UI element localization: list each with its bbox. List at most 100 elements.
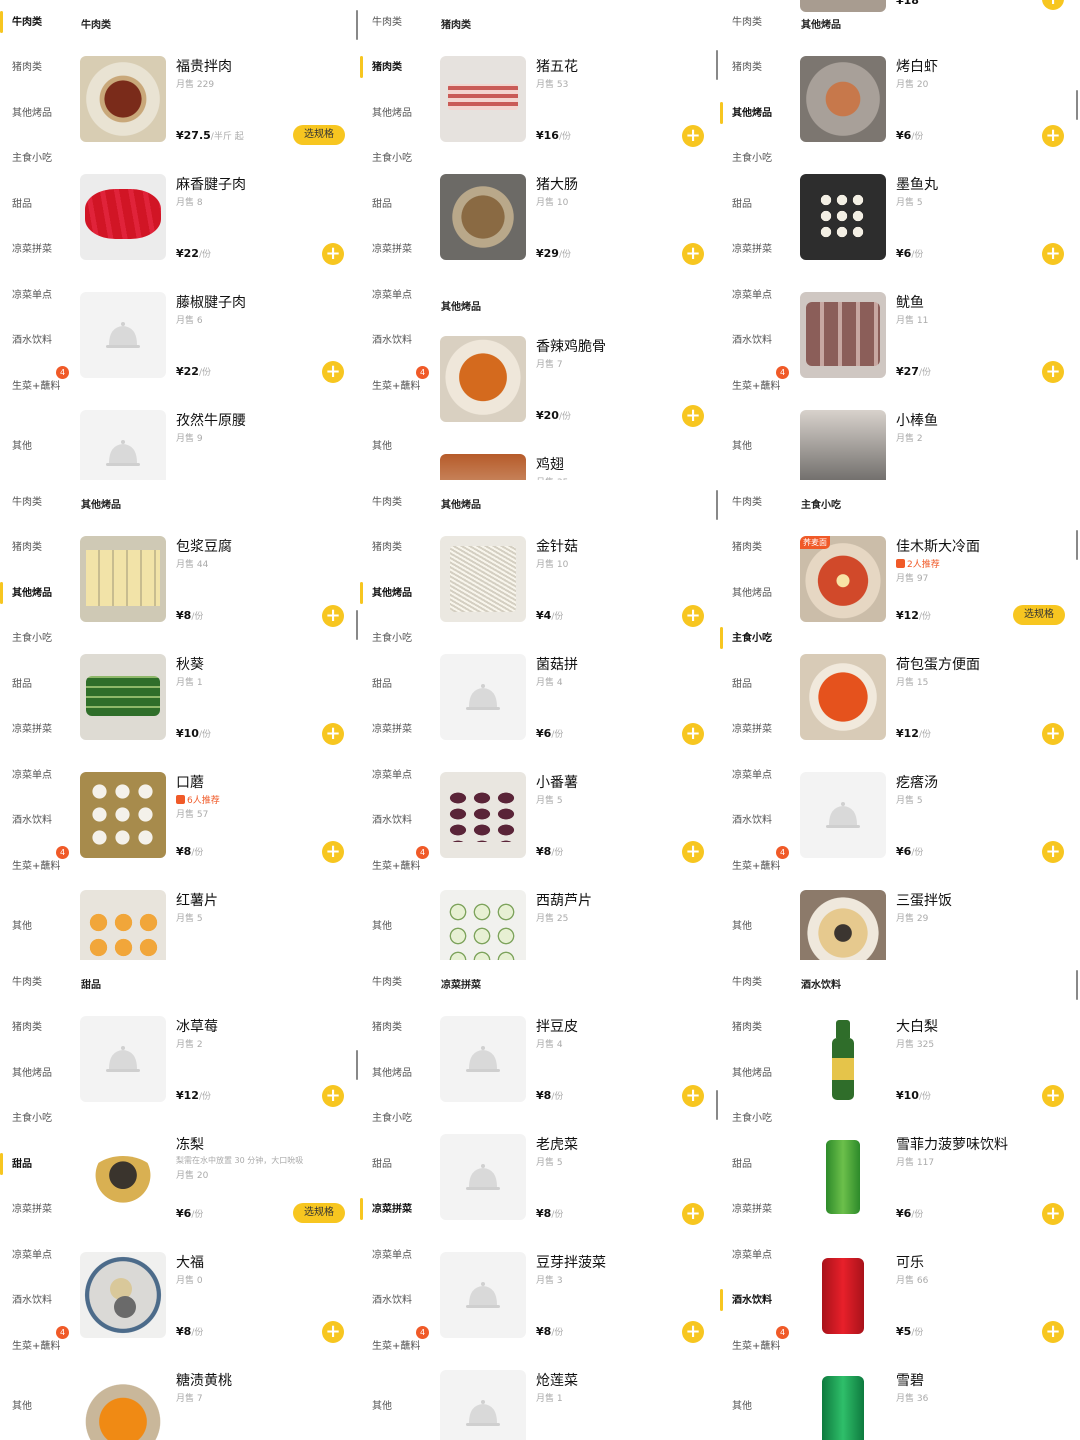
- sidebar-category-item[interactable]: 其他: [12, 1400, 62, 1413]
- add-to-cart-button[interactable]: +: [1042, 0, 1064, 10]
- scrollbar[interactable]: [716, 50, 718, 80]
- menu-item[interactable]: 包浆豆腐 月售 44 ¥8/份 +: [80, 536, 350, 636]
- sidebar-category-item[interactable]: 甜品: [732, 198, 782, 211]
- sidebar-category-item[interactable]: 酒水饮料: [732, 814, 782, 827]
- add-to-cart-button[interactable]: +: [682, 1203, 704, 1225]
- menu-item[interactable]: 菌菇拼 月售 4 ¥6/份 +: [440, 654, 710, 754]
- sidebar-category-item[interactable]: 酒水饮料: [372, 334, 422, 347]
- sidebar-category-item[interactable]: 甜品: [372, 198, 422, 211]
- sidebar-category-item[interactable]: 主食小吃: [12, 1112, 62, 1125]
- sidebar-category-item[interactable]: 凉菜单点: [12, 769, 62, 782]
- sidebar-category-item[interactable]: 凉菜拼菜: [12, 243, 62, 256]
- sidebar-category-item[interactable]: 牛肉类: [12, 16, 62, 29]
- sidebar-category-item[interactable]: 猪肉类: [732, 1021, 782, 1034]
- sidebar-category-item[interactable]: 生菜+蘸料: [372, 380, 422, 393]
- add-to-cart-button[interactable]: +: [682, 1321, 704, 1343]
- sidebar-category-item[interactable]: 牛肉类: [12, 496, 62, 509]
- sidebar-category-item[interactable]: 其他烤品: [12, 107, 62, 120]
- add-to-cart-button[interactable]: +: [682, 841, 704, 863]
- sidebar-category-item[interactable]: 生菜+蘸料: [732, 1340, 782, 1353]
- menu-item[interactable]: 福贵拌肉 月售 229 ¥27.5/半斤 起 选规格: [80, 56, 350, 156]
- scrollbar[interactable]: [356, 1050, 358, 1080]
- sidebar-category-item[interactable]: 其他烤品: [12, 1067, 62, 1080]
- add-to-cart-button[interactable]: +: [1042, 125, 1064, 147]
- menu-item[interactable]: 藤椒腱子肉 月售 6 ¥22/份 +: [80, 292, 350, 392]
- sidebar-category-item[interactable]: 凉菜拼菜: [372, 243, 422, 256]
- sidebar-category-item[interactable]: 凉菜单点: [12, 1249, 62, 1262]
- menu-item[interactable]: 大福 月售 0 ¥8/份 +: [80, 1252, 350, 1352]
- menu-item[interactable]: 豆芽拌菠菜 月售 3 ¥8/份 +: [440, 1252, 710, 1352]
- sidebar-category-item[interactable]: 生菜+蘸料: [732, 860, 782, 873]
- menu-item[interactable]: 冰草莓 月售 2 ¥12/份 +: [80, 1016, 350, 1116]
- dish-image[interactable]: [440, 772, 526, 858]
- add-to-cart-button[interactable]: +: [322, 723, 344, 745]
- dish-image[interactable]: [80, 174, 166, 260]
- menu-item[interactable]: 冻梨 梨需在水中放置 30 分钟，大口吮吸 月售 20 ¥6/份 选规格: [80, 1134, 350, 1234]
- sidebar-category-item[interactable]: 凉菜单点: [732, 769, 782, 782]
- scrollbar[interactable]: [356, 610, 358, 640]
- sidebar-category-item[interactable]: 凉菜单点: [372, 289, 422, 302]
- add-to-cart-button[interactable]: +: [682, 605, 704, 627]
- placeholder-image[interactable]: [440, 654, 526, 740]
- add-to-cart-button[interactable]: +: [322, 243, 344, 265]
- sidebar-category-item[interactable]: 凉菜拼菜: [732, 723, 782, 736]
- menu-item[interactable]: 香辣鸡脆骨 月售 7 ¥20/份 +: [440, 336, 710, 436]
- placeholder-image[interactable]: [440, 1134, 526, 1220]
- menu-item[interactable]: 猪大肠 月售 10 ¥29/份 +: [440, 174, 710, 274]
- scrollbar[interactable]: [716, 1090, 718, 1120]
- sidebar-category-item[interactable]: 主食小吃: [732, 152, 782, 165]
- placeholder-image[interactable]: [440, 1370, 526, 1440]
- add-to-cart-button[interactable]: +: [1042, 1085, 1064, 1107]
- add-to-cart-button[interactable]: +: [682, 243, 704, 265]
- menu-item[interactable]: 雪菲力菠萝味饮料 月售 117 ¥6/份 +: [800, 1134, 1070, 1234]
- sidebar-category-item[interactable]: 其他: [372, 920, 422, 933]
- sidebar-category-item[interactable]: 其他: [732, 1400, 782, 1413]
- sidebar-category-item[interactable]: 甜品: [372, 1158, 422, 1171]
- add-to-cart-button[interactable]: +: [322, 1085, 344, 1107]
- menu-item[interactable]: 炝莲菜 月售 1: [440, 1370, 710, 1440]
- add-to-cart-button[interactable]: +: [1042, 1321, 1064, 1343]
- select-spec-button[interactable]: 选规格: [293, 125, 345, 145]
- add-to-cart-button[interactable]: +: [682, 1085, 704, 1107]
- add-to-cart-button[interactable]: +: [1042, 243, 1064, 265]
- sidebar-category-item[interactable]: 酒水饮料: [12, 334, 62, 347]
- menu-item[interactable]: 大白梨 月售 325 ¥10/份 +: [800, 1016, 1070, 1116]
- dish-image[interactable]: [800, 654, 886, 740]
- menu-item[interactable]: 孜然牛原腰 月售 9: [80, 410, 350, 480]
- menu-item[interactable]: 秋葵 月售 1 ¥10/份 +: [80, 654, 350, 754]
- sidebar-category-item[interactable]: 其他: [372, 1400, 422, 1413]
- sidebar-category-item[interactable]: 猪肉类: [372, 61, 422, 74]
- sidebar-category-item[interactable]: 生菜+蘸料: [12, 860, 62, 873]
- sidebar-category-item[interactable]: 其他烤品: [372, 1067, 422, 1080]
- sidebar-category-item[interactable]: 其他: [12, 440, 62, 453]
- dish-image[interactable]: [800, 890, 886, 960]
- add-to-cart-button[interactable]: +: [1042, 723, 1064, 745]
- sidebar-category-item[interactable]: 主食小吃: [12, 632, 62, 645]
- dish-image[interactable]: [80, 772, 166, 858]
- add-to-cart-button[interactable]: +: [322, 605, 344, 627]
- menu-item[interactable]: 雪碧 月售 36: [800, 1370, 1070, 1440]
- sidebar-category-item[interactable]: 主食小吃: [732, 632, 782, 645]
- sidebar-category-item[interactable]: 甜品: [732, 678, 782, 691]
- dish-image[interactable]: [80, 56, 166, 142]
- menu-item[interactable]: 老虎菜 月售 5 ¥8/份 +: [440, 1134, 710, 1234]
- placeholder-image[interactable]: [440, 1016, 526, 1102]
- sidebar-category-item[interactable]: 生菜+蘸料: [12, 1340, 62, 1353]
- sidebar-category-item[interactable]: 甜品: [12, 198, 62, 211]
- sidebar-category-item[interactable]: 凉菜单点: [732, 289, 782, 302]
- sidebar-category-item[interactable]: 猪肉类: [12, 541, 62, 554]
- menu-item[interactable]: 荞麦面 佳木斯大冷面 2人推荐 月售 97 ¥12/份 选规格: [800, 536, 1070, 636]
- sidebar-category-item[interactable]: 猪肉类: [732, 61, 782, 74]
- placeholder-image[interactable]: [440, 1252, 526, 1338]
- sidebar-category-item[interactable]: 酒水饮料: [12, 1294, 62, 1307]
- dish-image[interactable]: [800, 1016, 886, 1102]
- add-to-cart-button[interactable]: +: [1042, 841, 1064, 863]
- sidebar-category-item[interactable]: 凉菜单点: [372, 1249, 422, 1262]
- dish-image[interactable]: 荞麦面: [800, 536, 886, 622]
- add-to-cart-button[interactable]: +: [682, 405, 704, 427]
- sidebar-category-item[interactable]: 生菜+蘸料: [12, 380, 62, 393]
- menu-item[interactable]: 口蘑 6人推荐 月售 57 ¥8/份 +: [80, 772, 350, 872]
- sidebar-category-item[interactable]: 生菜+蘸料: [372, 1340, 422, 1353]
- sidebar-category-item[interactable]: 牛肉类: [732, 496, 782, 509]
- sidebar-category-item[interactable]: 酒水饮料: [372, 814, 422, 827]
